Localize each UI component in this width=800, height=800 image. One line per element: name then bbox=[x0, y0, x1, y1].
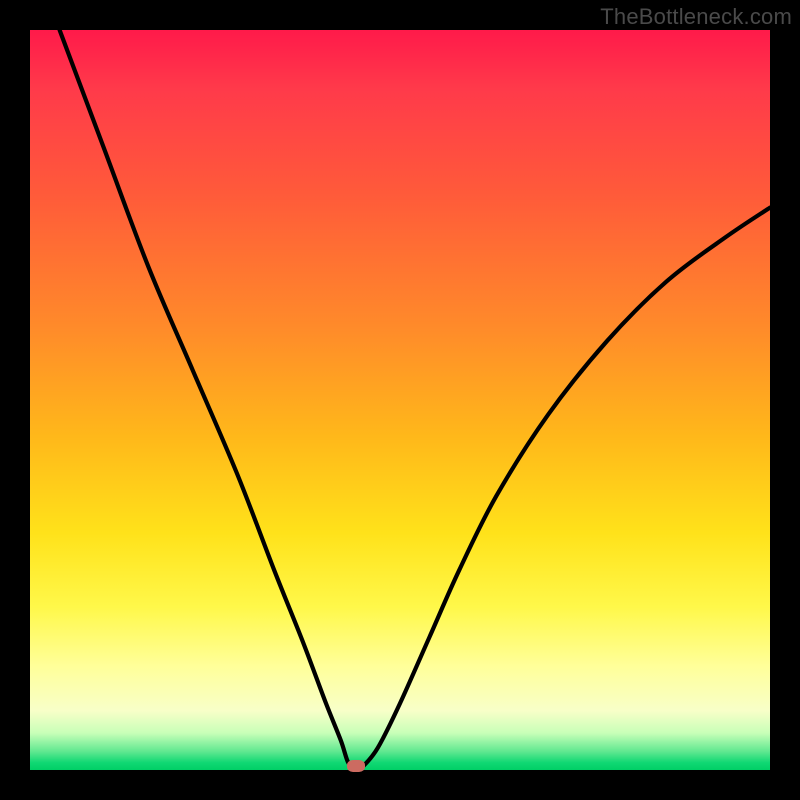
chart-frame: TheBottleneck.com bbox=[0, 0, 800, 800]
plot-area bbox=[30, 30, 770, 770]
watermark-text: TheBottleneck.com bbox=[600, 4, 792, 30]
bottleneck-curve bbox=[30, 30, 770, 770]
minimum-marker bbox=[347, 760, 365, 772]
